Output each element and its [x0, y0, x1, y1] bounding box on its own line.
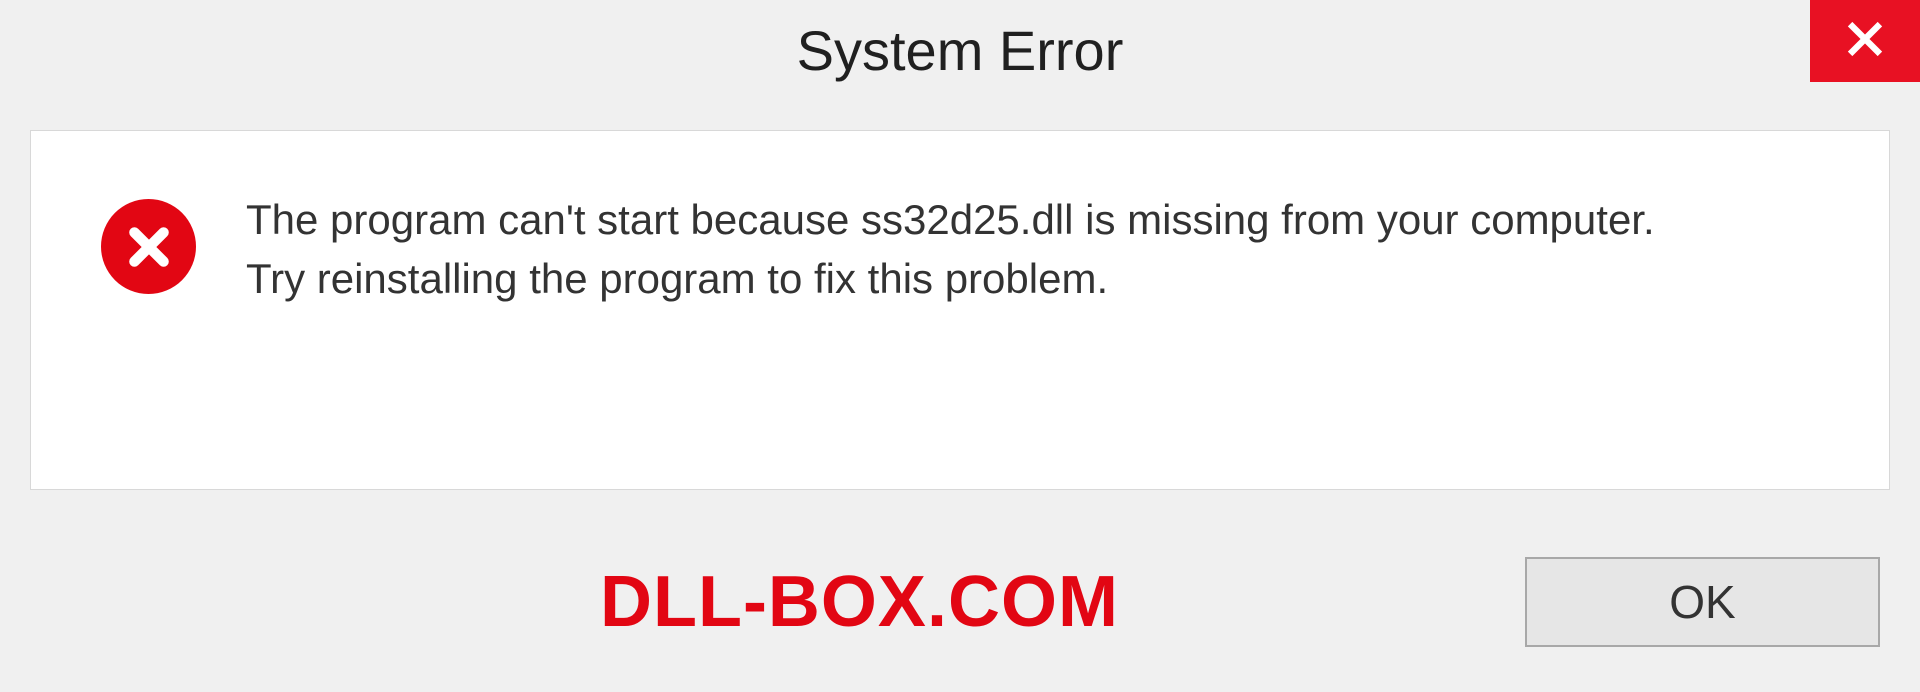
- error-icon: [101, 199, 196, 294]
- close-icon: [1846, 20, 1884, 63]
- error-message: The program can't start because ss32d25.…: [246, 191, 1655, 309]
- close-button[interactable]: [1810, 0, 1920, 82]
- titlebar: System Error: [0, 0, 1920, 100]
- error-dialog-window: System Error The program can't start bec…: [0, 0, 1920, 692]
- dialog-title: System Error: [797, 18, 1124, 83]
- watermark-text: DLL-BOX.COM: [600, 561, 1119, 643]
- ok-button[interactable]: OK: [1525, 557, 1880, 647]
- footer: DLL-BOX.COM OK: [0, 532, 1920, 672]
- content-panel: The program can't start because ss32d25.…: [30, 130, 1890, 490]
